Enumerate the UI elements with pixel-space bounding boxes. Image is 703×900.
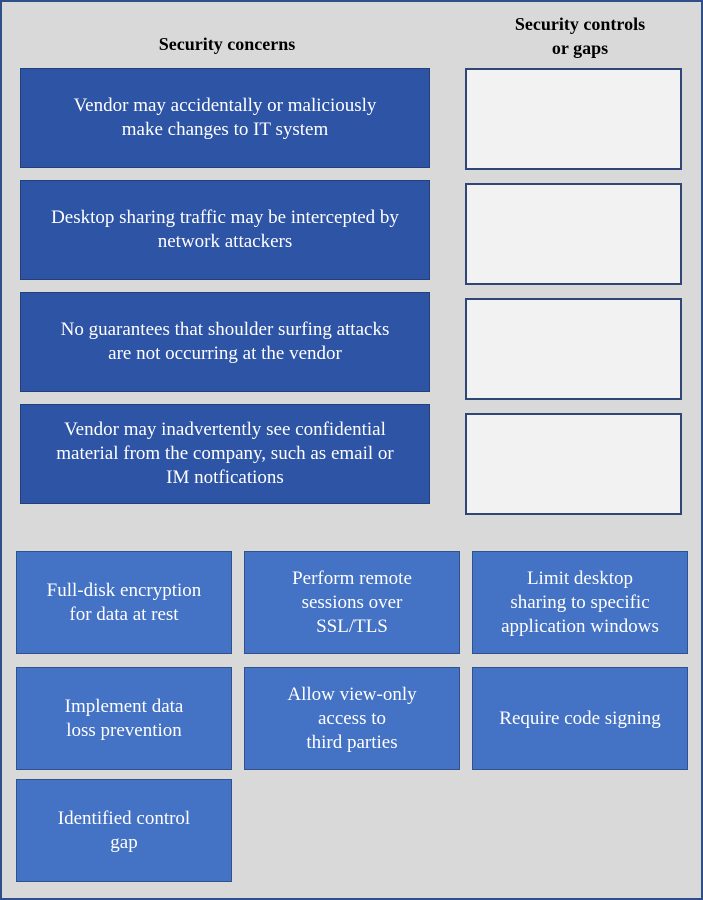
option-label: Perform remote sessions over SSL/TLS xyxy=(292,567,412,637)
concern-label: Desktop sharing traffic may be intercept… xyxy=(51,207,399,252)
option-label: Allow view-only access to third parties xyxy=(287,683,417,753)
option-label: Identified control gap xyxy=(57,807,191,853)
concern-box: Desktop sharing traffic may be intercept… xyxy=(20,180,430,280)
option-label: Limit desktop sharing to specific applic… xyxy=(501,567,659,637)
option-label: Full-disk encryption for data at rest xyxy=(46,579,202,625)
drop-slot-4[interactable] xyxy=(465,413,682,515)
option-identified-control-gap[interactable]: Identified control gap xyxy=(16,779,232,882)
concern-box: Vendor may inadvertently see confidentia… xyxy=(20,404,430,504)
option-data-loss-prevention[interactable]: Implement data loss prevention xyxy=(16,667,232,770)
drop-slot-2[interactable] xyxy=(465,183,682,285)
security-controls-heading: Security controls or gaps xyxy=(514,14,646,58)
concern-box: Vendor may accidentally or maliciously m… xyxy=(20,68,430,168)
option-ssl-tls-sessions[interactable]: Perform remote sessions over SSL/TLS xyxy=(244,551,460,654)
option-label: Require code signing xyxy=(499,707,661,729)
concern-label: Vendor may accidentally or maliciously m… xyxy=(73,95,377,140)
concern-box: No guarantees that shoulder surfing atta… xyxy=(20,292,430,392)
security-concerns-heading: Security concerns xyxy=(158,34,296,54)
option-limit-desktop-sharing[interactable]: Limit desktop sharing to specific applic… xyxy=(472,551,688,654)
concern-label: No guarantees that shoulder surfing atta… xyxy=(60,319,390,364)
drop-slot-3[interactable] xyxy=(465,298,682,400)
option-view-only-access[interactable]: Allow view-only access to third parties xyxy=(244,667,460,770)
drop-slot-1[interactable] xyxy=(465,68,682,170)
option-require-code-signing[interactable]: Require code signing xyxy=(472,667,688,770)
concern-label: Vendor may inadvertently see confidentia… xyxy=(56,419,394,488)
option-full-disk-encryption[interactable]: Full-disk encryption for data at rest xyxy=(16,551,232,654)
drag-drop-panel: Security concerns Security controls or g… xyxy=(0,0,703,900)
option-label: Implement data loss prevention xyxy=(64,695,184,741)
